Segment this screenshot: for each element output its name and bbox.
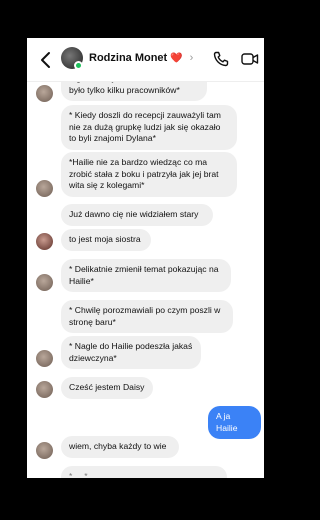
chat-header: Rodzina Monet ❤️ › xyxy=(27,38,264,82)
sender-avatar[interactable] xyxy=(36,442,53,459)
my-message-bubble[interactable]: A ja Hailie xyxy=(208,406,261,439)
phone-screen: tego dnia było bardzo mało osób było tyl… xyxy=(27,38,264,478)
message-bubble[interactable]: * Chwilę porozmawiali po czym poszli w s… xyxy=(61,300,233,333)
message-bubble[interactable]: *Hailie nie za bardzo wiedząc co ma zrob… xyxy=(61,152,237,197)
chat-title: Rodzina Monet xyxy=(89,52,168,64)
message-bubble[interactable]: Już dawno cię nie widziałem stary xyxy=(61,204,213,226)
sender-avatar[interactable] xyxy=(36,381,53,398)
message-bubble[interactable]: * Nagle do Hailie podeszła jakaś dziewcz… xyxy=(61,336,201,369)
chat-title-button[interactable]: Rodzina Monet ❤️ › xyxy=(89,52,193,64)
message-bubble[interactable]: Cześć jestem Daisy xyxy=(61,377,153,399)
online-status-dot xyxy=(74,61,83,70)
message-bubble[interactable]: * Kiedy doszli do recepcji zauważyli tam… xyxy=(61,105,237,150)
sender-avatar[interactable] xyxy=(36,350,53,367)
heart-emoji: ❤️ xyxy=(170,52,183,64)
message-bubble[interactable]: * Delikatnie zmienił temat pokazując na … xyxy=(61,259,231,292)
back-arrow-icon[interactable] xyxy=(39,50,53,70)
phone-icon[interactable] xyxy=(213,51,229,67)
sender-avatar[interactable] xyxy=(36,85,53,102)
message-list[interactable]: tego dnia było bardzo mało osób było tyl… xyxy=(27,38,264,478)
sender-avatar[interactable] xyxy=(36,233,53,250)
video-camera-icon[interactable] xyxy=(241,52,259,66)
sender-avatar[interactable] xyxy=(36,274,53,291)
message-bubble[interactable]: wiem, chyba każdy to wie xyxy=(61,436,179,458)
message-bubble[interactable]: to jest moja siostra xyxy=(61,229,151,251)
message-bubble[interactable]: * ... * xyxy=(61,466,227,478)
sender-avatar[interactable] xyxy=(36,180,53,197)
chevron-right-icon: › xyxy=(189,52,194,64)
